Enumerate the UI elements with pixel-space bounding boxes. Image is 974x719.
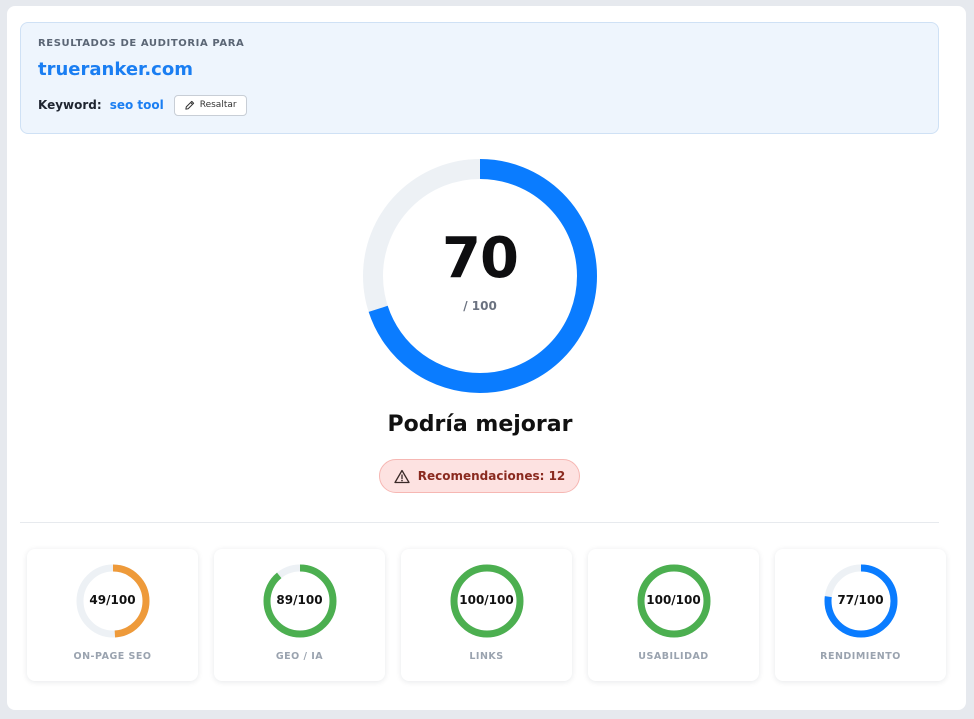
audit-header: RESULTADOS DE AUDITORIA PARA trueranker.… <box>20 22 939 134</box>
category-card-rendimiento[interactable]: 77/100 RENDIMIENTO <box>775 549 946 681</box>
keyword-value: seo tool <box>109 98 164 112</box>
highlight-button-label: Resaltar <box>199 100 237 110</box>
category-card-on-page-seo[interactable]: 49/100 ON-PAGE SEO <box>27 549 198 681</box>
recommendations-badge[interactable]: Recomendaciones: 12 <box>379 459 580 493</box>
warning-icon <box>394 469 410 483</box>
category-card-links[interactable]: 100/100 LINKS <box>401 549 572 681</box>
on-page-seo-label: ON-PAGE SEO <box>73 651 152 662</box>
usabilidad-score: 100/100 <box>646 593 701 607</box>
rendimiento-label: RENDIMIENTO <box>820 651 901 662</box>
on-page-seo-score: 49/100 <box>89 593 136 607</box>
keyword-row: Keyword: seo tool Resaltar <box>38 94 247 116</box>
audited-domain[interactable]: trueranker.com <box>38 59 193 80</box>
geo-ia-label: GEO / IA <box>275 651 324 662</box>
score-verdict: Podría mejorar <box>387 412 573 437</box>
overall-score: 70 <box>442 226 519 291</box>
section-divider <box>20 522 939 523</box>
recommendations-count: Recomendaciones: 12 <box>417 469 566 483</box>
links-score: 100/100 <box>459 593 514 607</box>
category-card-usabilidad[interactable]: 100/100 USABILIDAD <box>588 549 759 681</box>
category-card-geo-ia[interactable]: 89/100 GEO / IA <box>214 549 385 681</box>
geo-ia-score: 89/100 <box>276 593 323 607</box>
keyword-label: Keyword: <box>38 98 102 112</box>
highlight-button[interactable]: Resaltar <box>173 94 247 116</box>
usabilidad-label: USABILIDAD <box>638 651 709 662</box>
pencil-icon <box>185 100 194 110</box>
links-label: LINKS <box>469 651 504 662</box>
overall-score-max: / 100 <box>463 299 497 313</box>
header-label: RESULTADOS DE AUDITORIA PARA <box>38 38 245 49</box>
rendimiento-score: 77/100 <box>837 593 884 607</box>
